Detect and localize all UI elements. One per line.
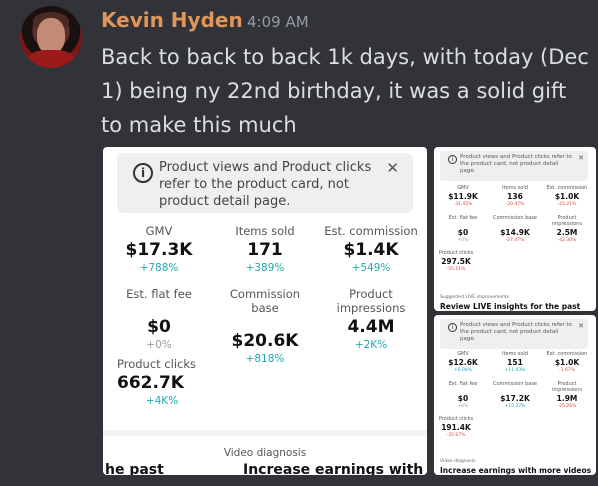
metric-items-sold: Items sold 171 +389% (235, 224, 295, 274)
metric-product-impressions: Product impressions 4.4M +2K% (336, 287, 406, 351)
notice-banner: i Product views and Product clicks refer… (440, 319, 588, 349)
cut-off-title: Increase earnings with m (243, 462, 427, 475)
cut-off-text: he past (105, 462, 164, 475)
metric-est-flat-fee: Est. flat fee $0 +0% (448, 215, 478, 243)
notice-banner: i Product views and Product clicks refer… (440, 151, 588, 181)
metric-commission-base: Commission base $20.6K +818% (229, 287, 301, 365)
metric-items-sold: Items sold 136 -20.47% (502, 185, 528, 207)
metric-est-flat-fee: Est. flat fee $0 +0% (448, 381, 478, 409)
metric-gmv: GMV $11.9K -31.45% (448, 185, 478, 207)
close-icon[interactable]: ✕ (578, 154, 584, 162)
metric-gmv: GMV $17.3K +788% (125, 224, 193, 274)
section-label: Video diagnosis (440, 459, 476, 464)
avatar[interactable] (20, 6, 82, 68)
divider (103, 430, 427, 436)
section-title: Increase earnings with more videos (440, 466, 592, 475)
close-icon[interactable]: ✕ (386, 159, 399, 177)
metric-product-clicks: Product clicks 662.7K +4K% (117, 357, 197, 407)
metric-est-commission: Est. commission $1.4K +549% (324, 224, 418, 274)
section-label: Suggested LIVE improvements (440, 295, 510, 300)
notice-text: Product views and Product clicks refer t… (159, 160, 372, 209)
metric-commission-base: Commission base $14.9K -27.47% (492, 215, 538, 243)
metric-product-clicks: Product clicks 191.4K -35.67% (438, 416, 474, 438)
message-text: Back to back to back 1k days, with today… (101, 45, 596, 137)
attachment-image-main[interactable]: i Product views and Product clicks refer… (103, 147, 427, 475)
metric-est-commission: Est. commission $1.0K -1.67% (546, 351, 588, 373)
metric-items-sold: Items sold 151 +11.03% (502, 351, 528, 373)
info-icon: i (448, 155, 457, 164)
metric-est-commission: Est. commission $1.0K -25.21% (546, 185, 588, 207)
message-timestamp[interactable]: 4:09 AM (247, 13, 309, 31)
attachment-image-top-right[interactable]: i Product views and Product clicks refer… (434, 147, 596, 311)
author-name[interactable]: Kevin Hyden (101, 8, 243, 32)
info-icon: i (448, 323, 457, 332)
notice-banner: i Product views and Product clicks refer… (117, 153, 413, 213)
metric-product-clicks: Product clicks 297.5K -55.11% (438, 250, 474, 272)
section-title: Review LIVE insights for the past (440, 302, 581, 311)
metric-commission-base: Commission base $17.2K +15.27% (492, 381, 538, 409)
close-icon[interactable]: ✕ (578, 322, 584, 330)
attachment-image-bottom-right[interactable]: i Product views and Product clicks refer… (434, 315, 596, 475)
section-label: Video diagnosis (223, 447, 307, 459)
metric-est-flat-fee: Est. flat fee $0 +0% (126, 287, 192, 351)
info-icon: i (133, 163, 153, 183)
metric-product-impressions: Product impressions 2.5M -42.30% (552, 215, 582, 243)
metric-gmv: GMV $12.6K +6.09% (448, 351, 478, 373)
metric-product-impressions: Product impressions 1.9M -25.26% (552, 381, 582, 409)
